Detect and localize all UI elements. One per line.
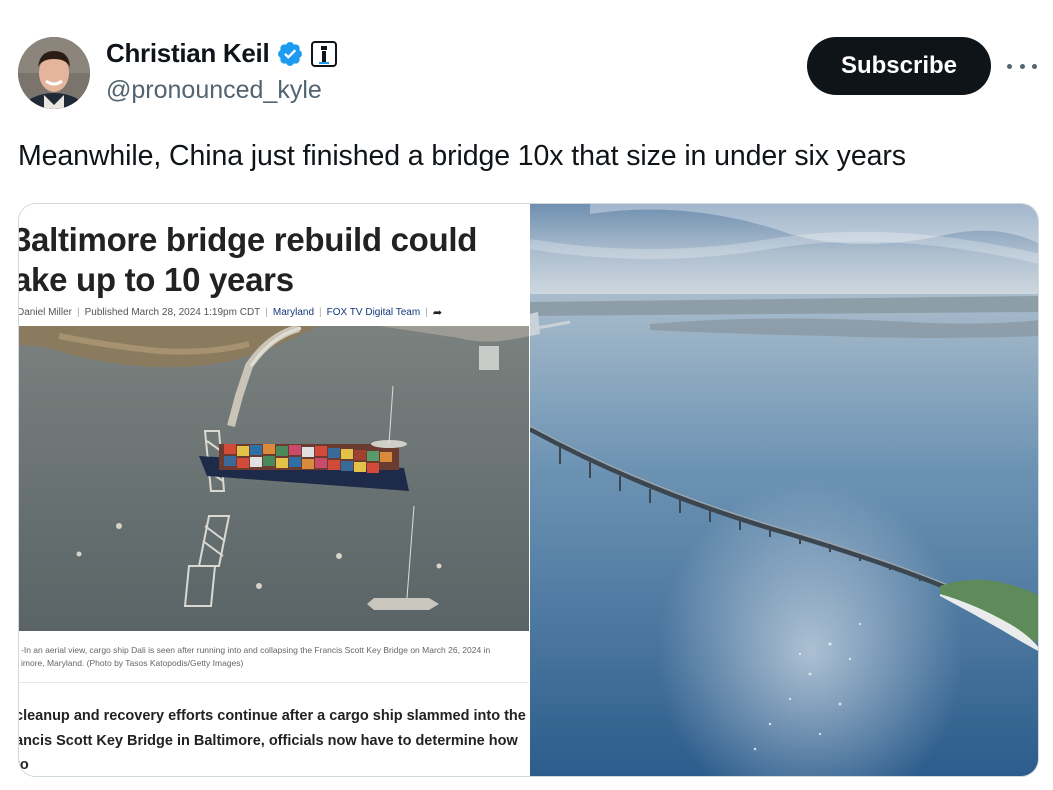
divider bbox=[19, 682, 529, 683]
collapsed-bridge-photo bbox=[19, 326, 529, 631]
display-name[interactable]: Christian Keil bbox=[106, 38, 270, 69]
verified-badge-icon[interactable] bbox=[276, 40, 304, 68]
article-photo-caption: -In an aerial view, cargo ship Dali is s… bbox=[21, 645, 491, 668]
subscribe-button[interactable]: Subscribe bbox=[807, 37, 991, 95]
affiliation-badge-icon[interactable] bbox=[311, 40, 338, 67]
tweet-media[interactable]: 3altimore bridge rebuild could ake up to… bbox=[18, 203, 1039, 777]
article-section: Maryland bbox=[272, 307, 315, 318]
article-source: FOX TV Digital Team bbox=[326, 307, 421, 318]
more-options-icon[interactable] bbox=[1003, 52, 1041, 80]
article-published: Published March 28, 2024 1:19pm CDT bbox=[84, 307, 261, 318]
dot bbox=[1007, 63, 1012, 69]
avatar[interactable] bbox=[18, 37, 90, 109]
share-arrow-icon: ➦ bbox=[432, 307, 443, 319]
article-headline: 3altimore bridge rebuild could ake up to… bbox=[18, 221, 478, 298]
article-screenshot-image[interactable]: 3altimore bridge rebuild could ake up to… bbox=[19, 204, 530, 776]
article-meta: Daniel Miller | Published March 28, 2024… bbox=[18, 307, 443, 319]
dot bbox=[1019, 63, 1025, 69]
tweet-text: Meanwhile, China just finished a bridge … bbox=[18, 140, 906, 172]
handle[interactable]: @pronounced_kyle bbox=[106, 76, 322, 105]
article-byline: Daniel Miller bbox=[18, 307, 73, 318]
dot bbox=[1032, 63, 1037, 69]
aerial-bridge-image[interactable] bbox=[530, 204, 1038, 776]
article-body: cleanup and recovery efforts continue af… bbox=[18, 708, 526, 773]
